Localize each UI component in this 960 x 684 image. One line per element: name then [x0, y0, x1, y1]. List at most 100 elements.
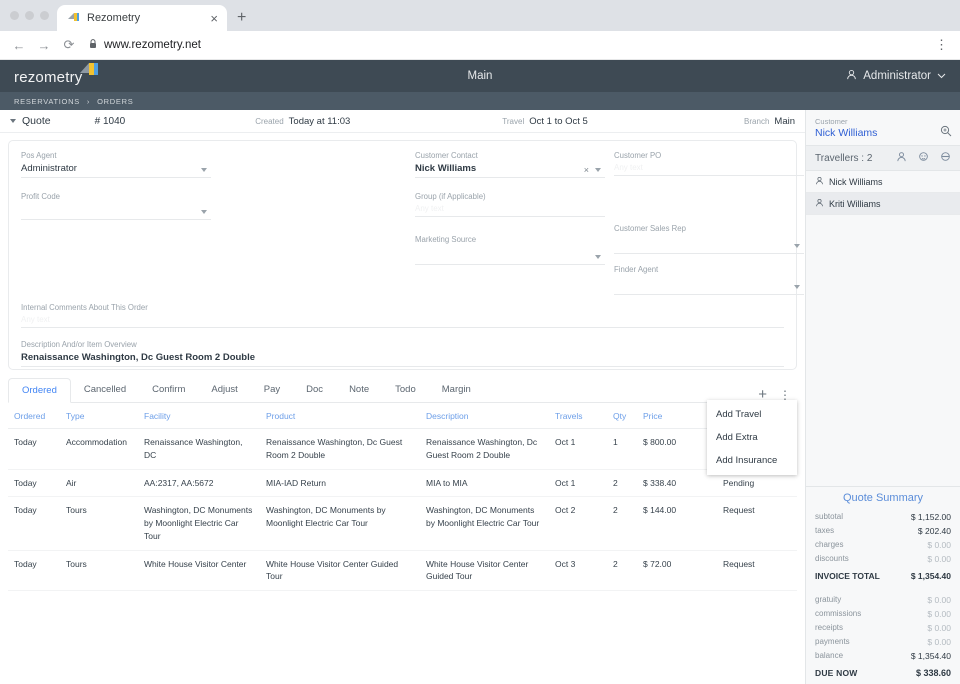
- lock-icon: [89, 39, 97, 51]
- field-underline: [614, 253, 804, 254]
- customer-name-link[interactable]: Nick Williams: [815, 127, 951, 139]
- clear-icon[interactable]: ×: [584, 165, 589, 175]
- quote-summary-bar: Quote # 1040 Created Today at 11:03 Trav…: [0, 110, 805, 133]
- marketing-source-field[interactable]: Marketing Source: [415, 235, 605, 265]
- chevron-down-icon[interactable]: [794, 244, 800, 248]
- finder-agent-field[interactable]: Finder Agent: [614, 265, 804, 295]
- summary-row-subtotal: subtotal$ 1,152.00: [806, 510, 960, 524]
- internal-comments-field[interactable]: Internal Comments About This Order Any t…: [21, 303, 784, 328]
- column-header-price[interactable]: Price: [637, 411, 717, 429]
- child-icon[interactable]: [918, 151, 929, 165]
- column-header-type[interactable]: Type: [60, 411, 138, 429]
- chevron-down-icon[interactable]: [201, 210, 207, 214]
- field-underline: [415, 216, 605, 217]
- traveller-row[interactable]: Nick Williams: [806, 171, 960, 193]
- window-maximize-dot[interactable]: [40, 11, 49, 20]
- close-icon[interactable]: ×: [207, 12, 221, 25]
- customer-po-field[interactable]: Customer PO Any text: [614, 151, 804, 176]
- group-field[interactable]: Group (if Applicable) Any text: [415, 192, 605, 217]
- finder-agent-value: [614, 277, 804, 291]
- field-underline: [614, 294, 804, 295]
- summary-label: subtotal: [815, 512, 843, 522]
- table-row[interactable]: TodayAirAA:2317, AA:5672MIA-IAD ReturnMI…: [8, 469, 797, 497]
- tab-ordered[interactable]: Ordered: [8, 378, 71, 403]
- column-header-qty[interactable]: Qty: [607, 411, 637, 429]
- menu-item-add-insurance[interactable]: Add Insurance: [707, 449, 797, 472]
- breadcrumb-orders[interactable]: ORDERS: [97, 97, 133, 106]
- tab-cancelled[interactable]: Cancelled: [71, 377, 139, 402]
- tab-doc[interactable]: Doc: [293, 377, 336, 402]
- table-header-row: OrderedTypeFacilityProductDescriptionTra…: [8, 411, 797, 429]
- chevron-down-icon[interactable]: [595, 168, 601, 172]
- window-minimize-dot[interactable]: [25, 11, 34, 20]
- quote-collapse-icon[interactable]: [10, 119, 16, 123]
- new-tab-button[interactable]: +: [237, 9, 246, 27]
- browser-menu-icon[interactable]: ⋮: [931, 37, 952, 53]
- summary-row-balance: balance$ 1,354.40: [806, 649, 960, 663]
- breadcrumb-reservations[interactable]: RESERVATIONS: [14, 97, 80, 106]
- cell-type: Air: [60, 469, 138, 497]
- user-menu[interactable]: Administrator: [846, 69, 946, 83]
- customer-contact-field[interactable]: Customer Contact Nick Williams ×: [415, 151, 605, 178]
- address-bar[interactable]: www.rezometry.net: [89, 35, 928, 55]
- brand-flag-icon: [80, 61, 99, 77]
- cell-facility: Washington, DC Monuments by Moonlight El…: [138, 497, 260, 550]
- pos-agent-field[interactable]: Pos Agent Administrator: [21, 151, 211, 178]
- breadcrumb: RESERVATIONS › ORDERS: [0, 92, 960, 110]
- chevron-down-icon[interactable]: [794, 285, 800, 289]
- add-item-menu[interactable]: Add TravelAdd ExtraAdd Insurance: [707, 400, 797, 475]
- menu-item-add-extra[interactable]: Add Extra: [707, 426, 797, 449]
- tab-pay[interactable]: Pay: [251, 377, 293, 402]
- column-header-ordered[interactable]: Ordered: [8, 411, 60, 429]
- adult-icon[interactable]: [896, 151, 907, 165]
- app-logo[interactable]: rezometry: [14, 66, 99, 86]
- column-header-facility[interactable]: Facility: [138, 411, 260, 429]
- menu-item-add-travel[interactable]: Add Travel: [707, 403, 797, 426]
- profit-code-field[interactable]: Profit Code: [21, 192, 211, 220]
- chevron-down-icon[interactable]: [937, 70, 946, 82]
- reload-icon[interactable]: ⟳: [58, 34, 80, 56]
- chevron-down-icon[interactable]: [595, 255, 601, 259]
- field-underline: [415, 264, 605, 265]
- right-sidebar: Customer Nick Williams Travellers : 2 Ni…: [805, 110, 960, 684]
- window-traffic-lights: [8, 0, 57, 31]
- tab-confirm[interactable]: Confirm: [139, 377, 198, 402]
- quote-travel: Travel Oct 1 to Oct 5: [502, 116, 588, 127]
- brand-text: rezometry: [14, 69, 82, 86]
- field-underline: [415, 177, 605, 178]
- cell-description: MIA to MIA: [420, 469, 549, 497]
- table-row[interactable]: TodayAccommodationRenaissance Washington…: [8, 429, 797, 470]
- summary-label: taxes: [815, 526, 834, 536]
- back-icon[interactable]: ←: [8, 34, 30, 56]
- cell-qty: 2: [607, 469, 637, 497]
- tab-todo[interactable]: Todo: [382, 377, 429, 402]
- cell-qty: 1: [607, 429, 637, 470]
- column-header-description[interactable]: Description: [420, 411, 549, 429]
- forward-icon[interactable]: →: [33, 34, 55, 56]
- tab-adjust[interactable]: Adjust: [198, 377, 250, 402]
- user-avatar-icon: [846, 69, 857, 83]
- column-header-product[interactable]: Product: [260, 411, 420, 429]
- table-row[interactable]: TodayToursWashington, DC Monuments by Mo…: [8, 497, 797, 550]
- traveller-row[interactable]: Kriti Williams: [806, 193, 960, 215]
- cell-product: Renaissance Washington, Dc Guest Room 2 …: [260, 429, 420, 470]
- branch-value: Main: [774, 116, 795, 127]
- tab-margin[interactable]: Margin: [429, 377, 484, 402]
- browser-tab[interactable]: Rezometry ×: [57, 5, 227, 31]
- table-row[interactable]: TodayToursWhite House Visitor CenterWhit…: [8, 550, 797, 591]
- more-options-icon[interactable]: ⋮: [779, 389, 791, 401]
- main-content: Quote # 1040 Created Today at 11:03 Trav…: [0, 110, 805, 684]
- internal-comments-placeholder: Any text: [21, 315, 784, 324]
- pos-agent-label: Pos Agent: [21, 151, 211, 160]
- customer-sales-rep-field[interactable]: Customer Sales Rep: [614, 224, 804, 254]
- window-close-dot[interactable]: [10, 11, 19, 20]
- chevron-down-icon[interactable]: [201, 168, 207, 172]
- tab-note[interactable]: Note: [336, 377, 382, 402]
- column-header-travels[interactable]: Travels: [549, 411, 607, 429]
- infant-icon[interactable]: [940, 151, 951, 165]
- summary-value: $ 1,354.40: [911, 651, 951, 661]
- search-icon[interactable]: [940, 125, 952, 140]
- order-form-card: Pos Agent Administrator Profit Code Cust…: [8, 140, 797, 370]
- description-field[interactable]: Description And/or Item Overview Renaiss…: [21, 340, 784, 367]
- traveller-name: Nick Williams: [829, 177, 883, 187]
